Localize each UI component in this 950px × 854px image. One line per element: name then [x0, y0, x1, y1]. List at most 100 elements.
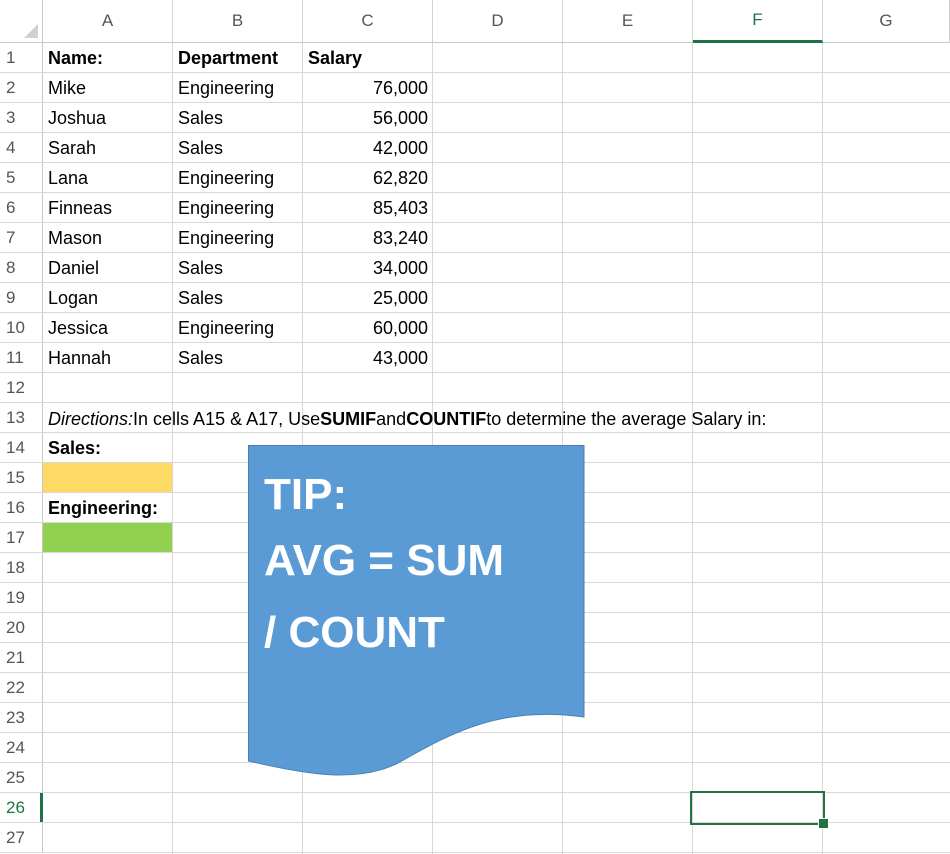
row-header-18[interactable]: 18	[0, 553, 43, 583]
directions-text-2: and	[376, 408, 407, 429]
employee-department[interactable]: Sales	[173, 253, 303, 283]
gridline-horizontal	[43, 402, 950, 403]
cell-a13-directions[interactable]: Directions: In cells A15 & A17, Use SUMI…	[44, 404, 766, 434]
row-header-27[interactable]: 27	[0, 823, 43, 853]
gridline-horizontal-gutter	[0, 702, 43, 703]
row-header-14[interactable]: 14	[0, 433, 43, 463]
row-header-17[interactable]: 17	[0, 523, 43, 553]
gridline-horizontal-gutter	[0, 162, 43, 163]
gridline-horizontal-gutter	[0, 522, 43, 523]
row-header-15[interactable]: 15	[0, 463, 43, 493]
cell-a15-sales-answer[interactable]	[43, 463, 172, 492]
row-header-12[interactable]: 12	[0, 373, 43, 403]
employee-name[interactable]: Sarah	[43, 133, 173, 163]
employee-department[interactable]: Engineering	[173, 73, 303, 103]
row-header-20[interactable]: 20	[0, 613, 43, 643]
row-header-19[interactable]: 19	[0, 583, 43, 613]
row-header-9[interactable]: 9	[0, 283, 43, 313]
employee-salary[interactable]: 83,240	[303, 223, 433, 253]
row-header-26[interactable]: 26	[0, 793, 43, 823]
employee-name[interactable]: Daniel	[43, 253, 173, 283]
row-header-24[interactable]: 24	[0, 733, 43, 763]
employee-salary[interactable]: 60,000	[303, 313, 433, 343]
employee-name[interactable]: Hannah	[43, 343, 173, 373]
gridline-horizontal-gutter	[0, 762, 43, 763]
header-department[interactable]: Department	[173, 43, 303, 73]
row-header-16[interactable]: 16	[0, 493, 43, 523]
gridline-horizontal-gutter	[0, 72, 43, 73]
gridline-horizontal-gutter	[0, 582, 43, 583]
employee-department[interactable]: Sales	[173, 133, 303, 163]
fill-handle[interactable]	[818, 818, 829, 829]
employee-department[interactable]: Sales	[173, 103, 303, 133]
row-header-1[interactable]: 1	[0, 43, 43, 73]
row-header-21[interactable]: 21	[0, 643, 43, 673]
employee-name[interactable]: Jessica	[43, 313, 173, 343]
directions-countif: COUNTIF	[406, 408, 487, 429]
row-header-13[interactable]: 13	[0, 403, 43, 433]
column-header-a[interactable]: A	[43, 0, 173, 43]
gridline-horizontal-gutter	[0, 552, 43, 553]
directions-text-1: In cells A15 & A17, Use	[133, 408, 321, 429]
employee-name[interactable]: Finneas	[43, 193, 173, 223]
employee-department[interactable]: Engineering	[173, 163, 303, 193]
employee-name[interactable]: Joshua	[43, 103, 173, 133]
employee-name[interactable]: Mike	[43, 73, 173, 103]
row-header-5[interactable]: 5	[0, 163, 43, 193]
employee-salary[interactable]: 62,820	[303, 163, 433, 193]
spreadsheet-grid[interactable]: ABCDEFG 1 2 3 4 5 6 7 8 9 10 11 12 13 14 15 16 17 18 19 20 2…	[0, 0, 950, 854]
select-all-triangle-icon	[24, 24, 38, 38]
active-cell-f26[interactable]	[690, 791, 825, 825]
directions-label: Directions:	[48, 408, 134, 429]
row-header-10[interactable]: 10	[0, 313, 43, 343]
cell-a17-engineering-answer[interactable]	[43, 523, 172, 552]
row-header-23[interactable]: 23	[0, 703, 43, 733]
column-header-e[interactable]: E	[563, 0, 693, 43]
employee-department[interactable]: Engineering	[173, 193, 303, 223]
row-header-6[interactable]: 6	[0, 193, 43, 223]
gridline-horizontal-gutter	[0, 222, 43, 223]
row-header-7[interactable]: 7	[0, 223, 43, 253]
gridline-horizontal-gutter	[0, 132, 43, 133]
employee-salary[interactable]: 25,000	[303, 283, 433, 313]
row-header-8[interactable]: 8	[0, 253, 43, 283]
gridline-horizontal-gutter	[0, 192, 43, 193]
employee-department[interactable]: Engineering	[173, 313, 303, 343]
label-sales[interactable]: Sales:	[43, 433, 173, 463]
label-engineering[interactable]: Engineering:	[43, 493, 173, 523]
gridline-horizontal-gutter	[0, 282, 43, 283]
row-header-11[interactable]: 11	[0, 343, 43, 373]
column-header-f[interactable]: F	[693, 0, 823, 43]
column-header-c[interactable]: C	[303, 0, 433, 43]
column-header-b[interactable]: B	[173, 0, 303, 43]
row-header-2[interactable]: 2	[0, 73, 43, 103]
header-salary[interactable]: Salary	[303, 43, 433, 73]
employee-salary[interactable]: 76,000	[303, 73, 433, 103]
employee-salary[interactable]: 85,403	[303, 193, 433, 223]
column-header-d[interactable]: D	[433, 0, 563, 43]
employee-department[interactable]: Sales	[173, 283, 303, 313]
tip-line-3: / COUNT	[264, 608, 445, 657]
select-all-corner[interactable]	[0, 0, 43, 43]
directions-sumif: SUMIF	[320, 408, 377, 429]
employee-department[interactable]: Engineering	[173, 223, 303, 253]
employee-name[interactable]: Mason	[43, 223, 173, 253]
header-name[interactable]: Name:	[43, 43, 173, 73]
employee-salary[interactable]: 42,000	[303, 133, 433, 163]
row-header-4[interactable]: 4	[0, 133, 43, 163]
column-header-g[interactable]: G	[823, 0, 950, 43]
row-header-22[interactable]: 22	[0, 673, 43, 703]
employee-salary[interactable]: 56,000	[303, 103, 433, 133]
gridline-horizontal-gutter	[0, 492, 43, 493]
gridline-horizontal-gutter	[0, 102, 43, 103]
employee-name[interactable]: Lana	[43, 163, 173, 193]
employee-name[interactable]: Logan	[43, 283, 173, 313]
employee-salary[interactable]: 34,000	[303, 253, 433, 283]
gridline-horizontal-gutter	[0, 462, 43, 463]
employee-salary[interactable]: 43,000	[303, 343, 433, 373]
row-header-25[interactable]: 25	[0, 763, 43, 793]
employee-department[interactable]: Sales	[173, 343, 303, 373]
row-header-3[interactable]: 3	[0, 103, 43, 133]
gridline-horizontal-gutter	[0, 312, 43, 313]
gridline-horizontal-gutter	[0, 612, 43, 613]
